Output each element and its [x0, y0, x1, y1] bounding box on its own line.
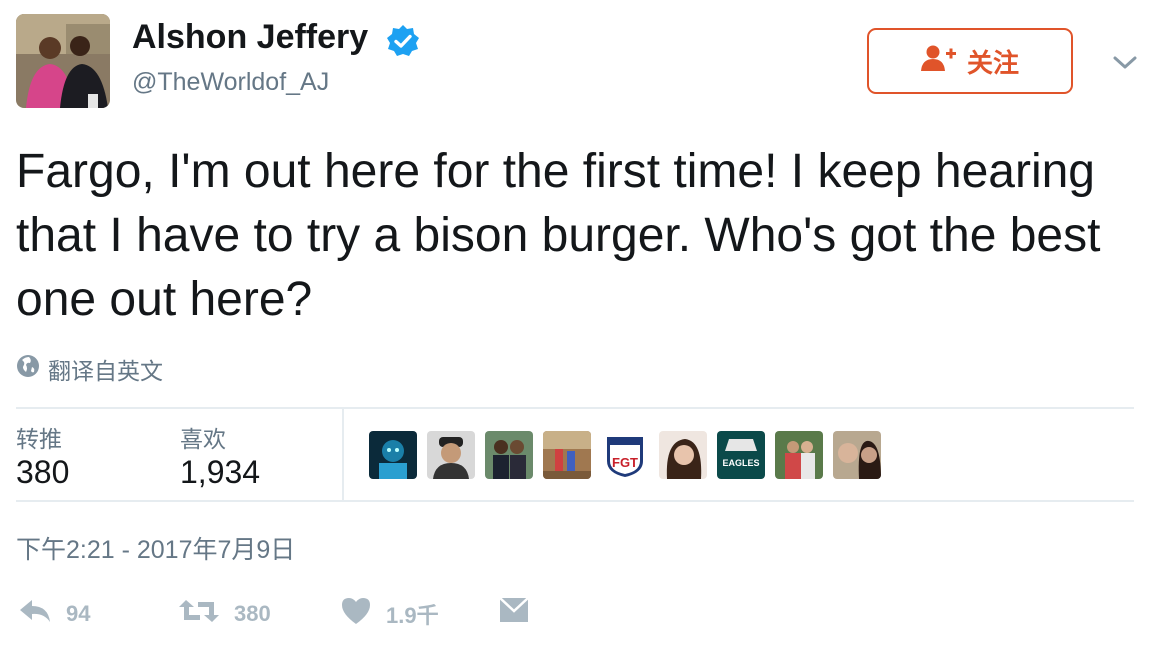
liker-avatar-8[interactable]	[775, 431, 823, 479]
reply-count: 94	[66, 601, 91, 626]
liker-avatar-5[interactable]: FGT	[601, 431, 649, 479]
add-user-icon	[920, 44, 957, 79]
follow-button-label: 关注	[966, 47, 1019, 78]
liker-avatar-5-text: FGT	[612, 455, 638, 470]
like-button[interactable]: 1.9千	[340, 596, 439, 632]
liker-avatar-2[interactable]	[427, 431, 475, 479]
direct-message-button[interactable]	[498, 596, 530, 630]
liker-avatar-7-text: EAGLES	[722, 458, 759, 468]
reply-icon	[18, 596, 52, 632]
verified-badge-icon	[386, 24, 420, 58]
reply-button[interactable]: 94	[18, 596, 90, 632]
liker-avatars: FGT EAGLES	[369, 431, 881, 479]
retweets-value: 380	[16, 454, 70, 490]
author-handle[interactable]: @TheWorldof_AJ	[132, 66, 329, 98]
retweet-icon	[178, 596, 220, 632]
liker-avatar-4[interactable]	[543, 431, 591, 479]
author-name[interactable]: Alshon Jeffery	[132, 16, 368, 58]
globe-icon	[16, 354, 40, 384]
liker-avatar-7[interactable]: EAGLES	[717, 431, 765, 479]
likes-value: 1,934	[180, 454, 261, 490]
liker-avatar-1[interactable]	[369, 431, 417, 479]
liker-avatar-6[interactable]	[659, 431, 707, 479]
follow-button[interactable]: 关注	[867, 28, 1073, 94]
chevron-down-icon[interactable]	[1110, 52, 1140, 72]
heart-icon	[340, 596, 372, 632]
retweets-stat[interactable]: 转推 380	[16, 420, 69, 491]
divider	[16, 407, 1134, 409]
tweet-text: Fargo, I'm out here for the first time! …	[16, 145, 1101, 326]
author-avatar[interactable]	[16, 14, 110, 108]
translate-link[interactable]: 翻译自英文	[16, 352, 163, 386]
liker-avatar-9[interactable]	[833, 431, 881, 479]
tweet-timestamp[interactable]: 下午2:21 - 2017年7月9日	[16, 530, 295, 566]
stats-divider	[342, 409, 344, 500]
divider	[16, 500, 1134, 502]
retweet-count: 380	[234, 601, 271, 626]
liker-avatar-3[interactable]	[485, 431, 533, 479]
translate-label: 翻译自英文	[48, 358, 163, 384]
envelope-icon	[498, 596, 530, 630]
likes-label: 喜欢	[180, 426, 226, 452]
likes-stat[interactable]: 喜欢 1,934	[180, 420, 260, 491]
like-count: 1.9千	[386, 603, 439, 628]
retweets-label: 转推	[16, 426, 62, 452]
retweet-button[interactable]: 380	[178, 596, 271, 632]
